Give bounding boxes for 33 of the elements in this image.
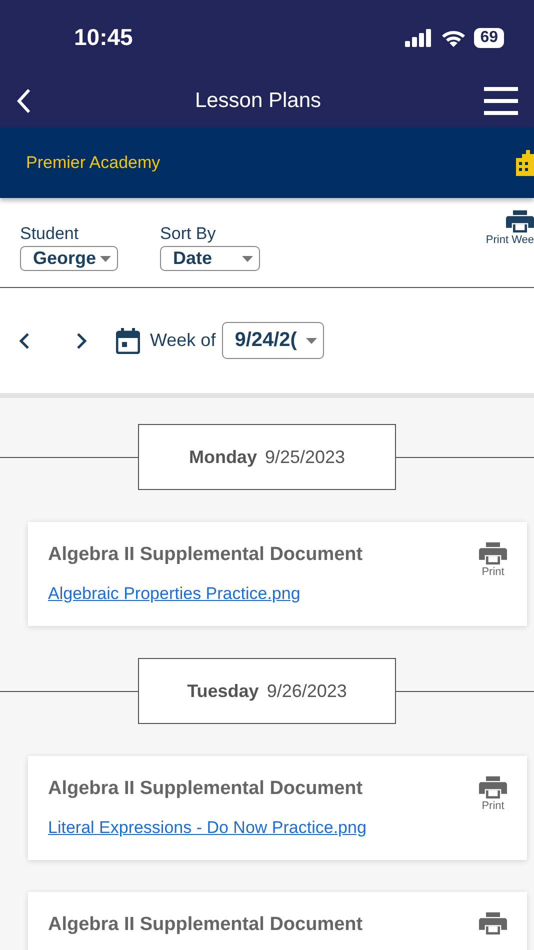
next-button[interactable] <box>74 332 88 350</box>
signal-icon <box>405 28 434 46</box>
calendar-icon <box>116 328 140 354</box>
filter-label: Sort By <box>160 224 217 244</box>
lesson-title: Algebra II Supplemental Document <box>48 778 364 800</box>
printer-icon <box>479 912 507 936</box>
previous-button[interactable] <box>18 332 32 350</box>
file-link[interactable]: Literal Expressions - Do Now Practice.png <box>48 818 366 838</box>
battery-indicator: 69 <box>474 28 504 48</box>
day-header: Monday 9/25/2023 <box>138 424 396 490</box>
printer-icon <box>479 776 507 800</box>
week-label: Week of <box>150 330 216 351</box>
week-dropdown[interactable]: 9/24/2( <box>222 322 324 359</box>
caret-icon <box>242 256 254 262</box>
wifi-icon <box>441 28 466 46</box>
back-button[interactable] <box>16 88 32 114</box>
print-week-button[interactable]: Print Wee <box>486 210 534 246</box>
day-header: Tuesday 9/26/2023 <box>138 658 396 724</box>
menu-button[interactable] <box>484 87 518 115</box>
lesson-title: Algebra II Supplemental Document <box>48 914 363 936</box>
caret-icon <box>306 338 317 344</box>
dropdown[interactable]: Date <box>160 246 260 271</box>
school-name: Premier Academy <box>26 152 160 172</box>
page-title: Lesson Plans <box>194 89 322 113</box>
file-link[interactable]: Algebraic Properties Practice.png <box>48 584 363 604</box>
print-button[interactable]: Print <box>479 776 507 812</box>
dropdown[interactable]: George <box>20 246 118 271</box>
caret-icon <box>100 256 112 262</box>
printer-icon <box>479 542 507 566</box>
lesson-title: Algebra II Supplemental Document <box>48 544 363 566</box>
print-button[interactable]: Print <box>479 542 507 578</box>
status-time: 10:45 <box>74 24 133 51</box>
filter-label: Student <box>20 224 80 244</box>
